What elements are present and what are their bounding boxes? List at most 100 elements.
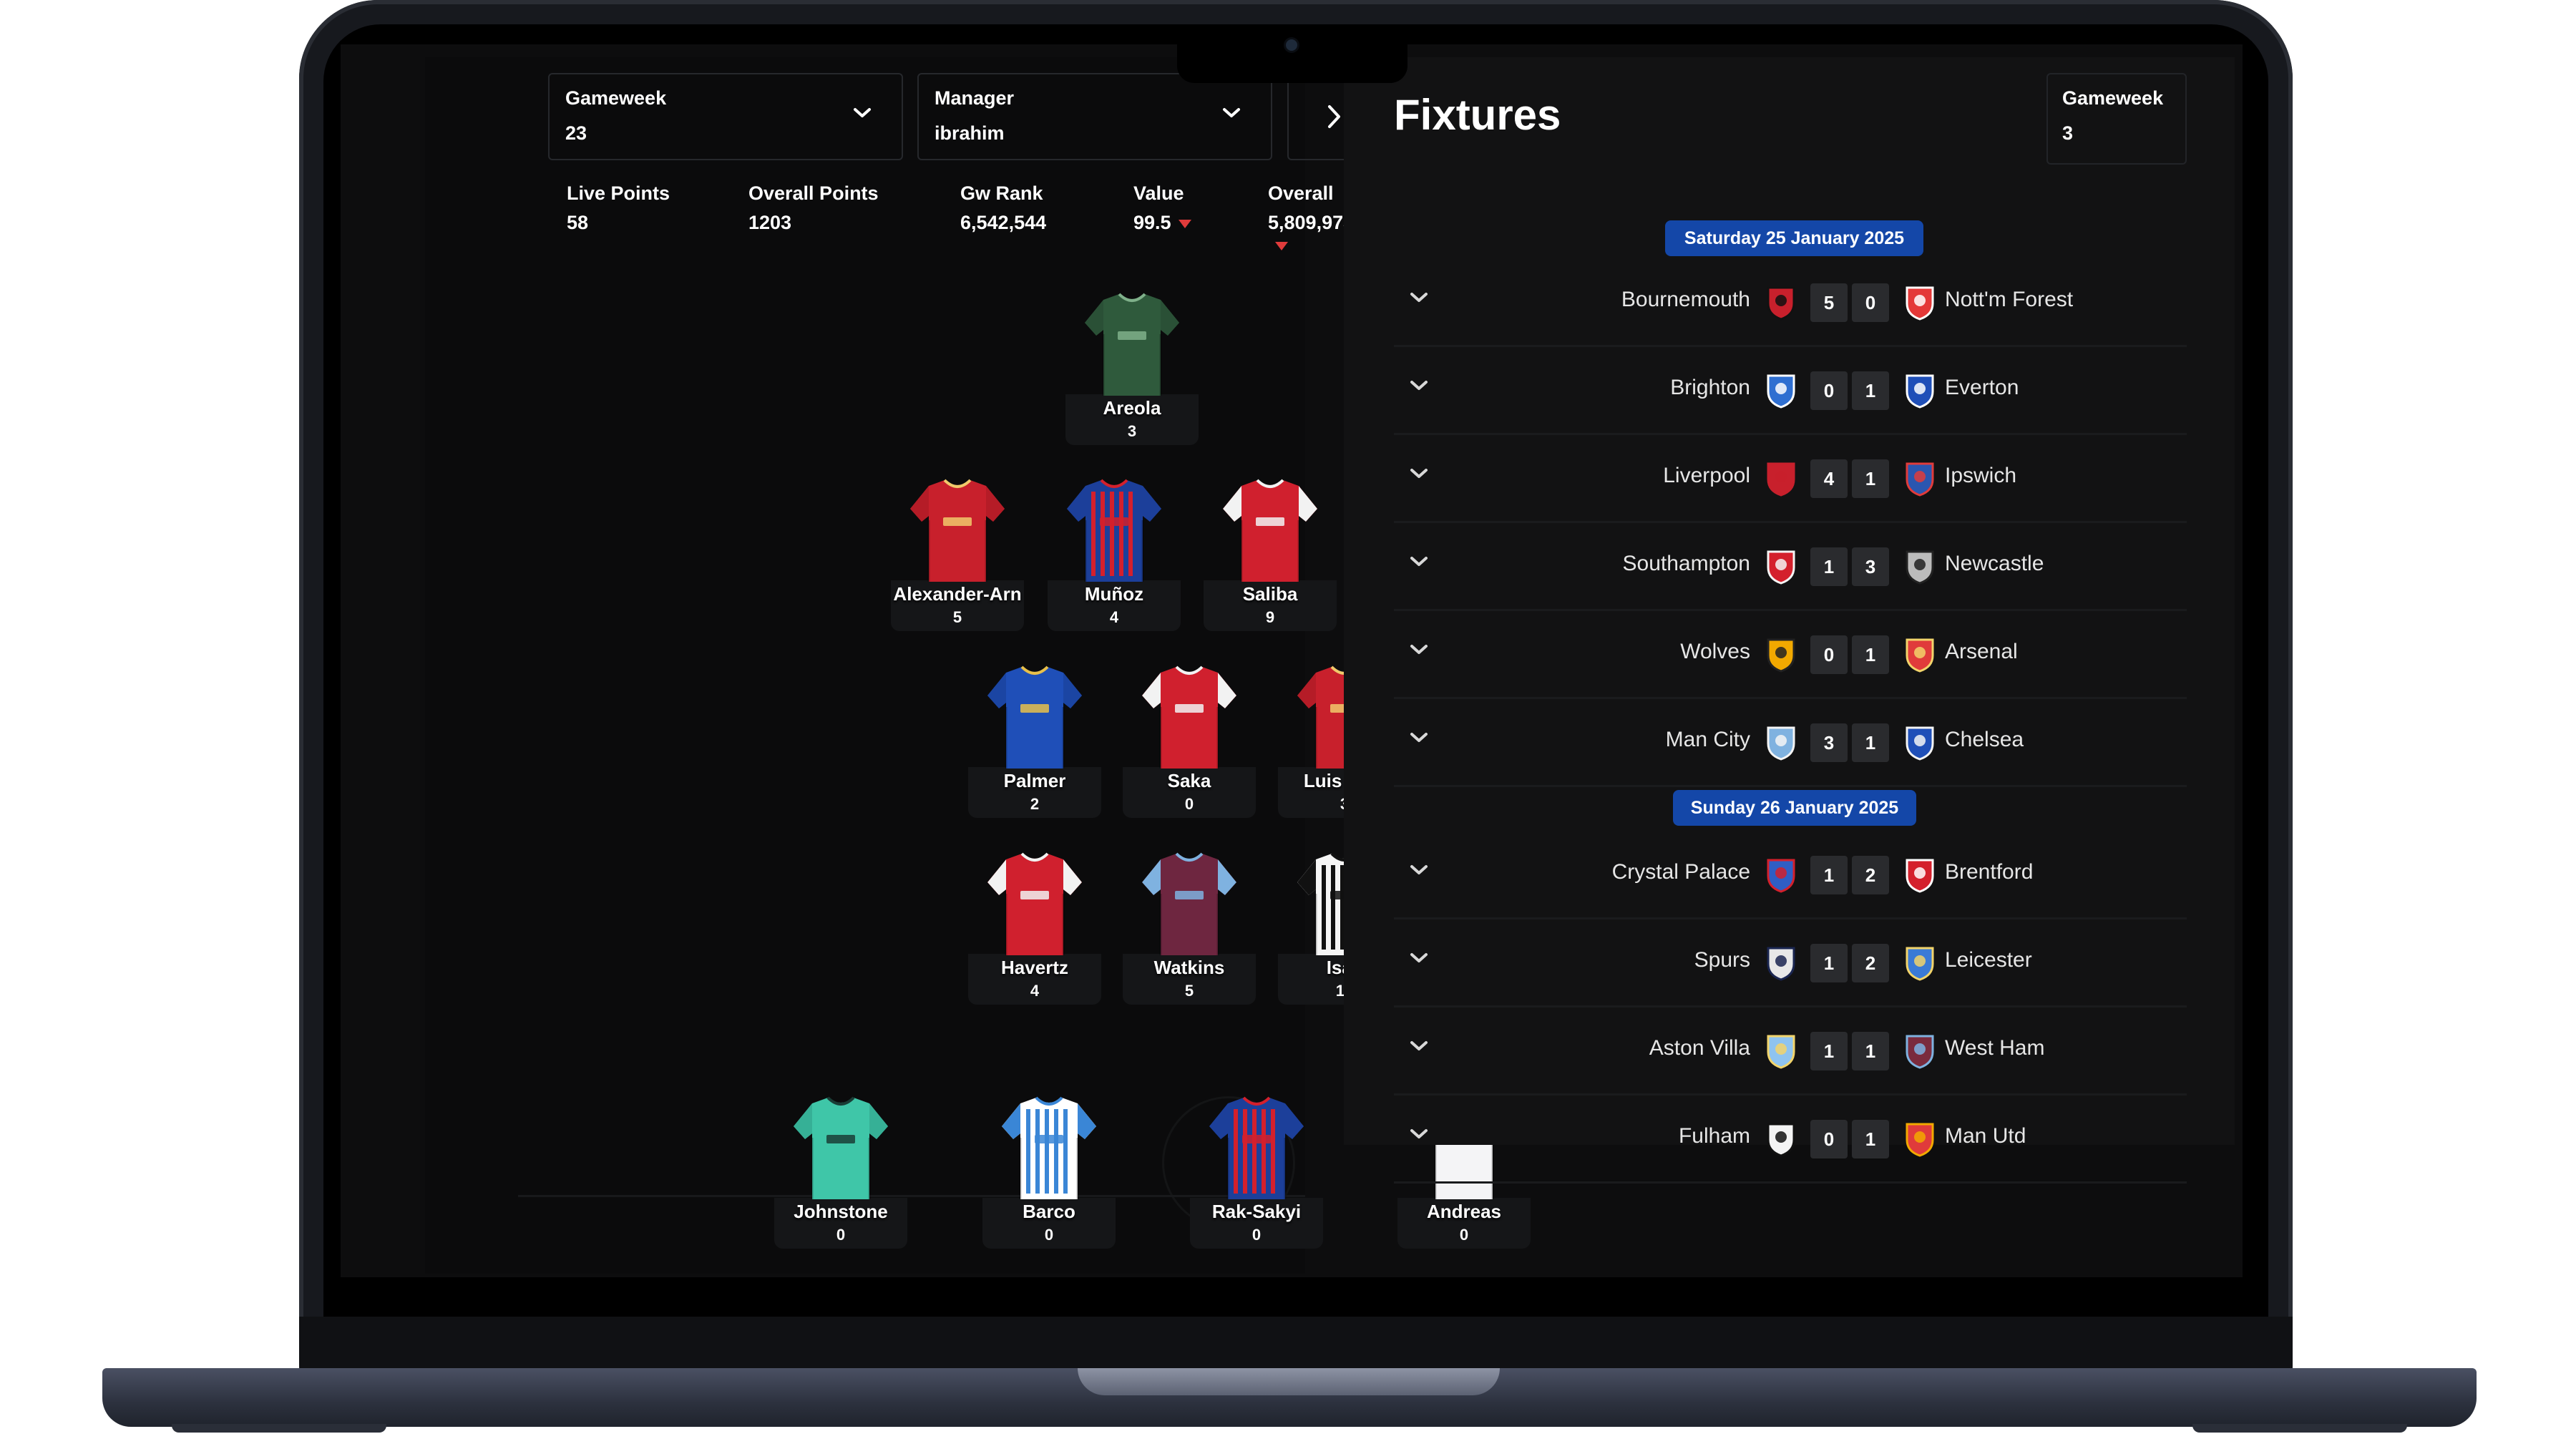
expand-fixture-chevron-down-icon[interactable] bbox=[1408, 643, 1430, 660]
player-points: 3 bbox=[1127, 422, 1137, 440]
stat-label: Overall bbox=[1268, 182, 1334, 204]
player-points: 0 bbox=[1044, 1226, 1054, 1244]
home-team-name: Liverpool bbox=[1663, 464, 1750, 487]
player-info: Palmer 2 bbox=[968, 767, 1101, 818]
fixture-row[interactable]: Fulham 0 1 Man Utd bbox=[1394, 1096, 2187, 1184]
player-name: Muñoz bbox=[1084, 583, 1144, 605]
stat-value: 58 bbox=[567, 212, 589, 233]
fixture-row[interactable]: Bournemouth 5 0 Nott'm Forest bbox=[1394, 259, 2187, 347]
manager-select[interactable]: Manager ibrahim bbox=[917, 73, 1272, 160]
away-team-name: Newcastle bbox=[1945, 552, 2044, 575]
player-info: Watkins 5 bbox=[1123, 954, 1256, 1005]
home-score: 0 bbox=[1810, 1120, 1848, 1158]
player-points: 5 bbox=[1184, 982, 1194, 1000]
player-card[interactable]: Watkins 5 bbox=[1123, 851, 1256, 1005]
player-name: Johnstone bbox=[794, 1201, 888, 1222]
expand-fixture-chevron-down-icon[interactable] bbox=[1408, 863, 1430, 881]
player-card[interactable]: Palmer 2 bbox=[968, 664, 1101, 818]
home-team-badge-icon bbox=[1765, 637, 1797, 676]
shirt-icon bbox=[987, 665, 1082, 769]
home-score: 4 bbox=[1810, 459, 1848, 498]
away-team-badge-icon bbox=[1903, 637, 1936, 676]
player-name: Rak-Sakyi bbox=[1211, 1201, 1302, 1222]
home-score: 1 bbox=[1810, 944, 1848, 982]
player-name: Palmer bbox=[1003, 770, 1066, 791]
away-score: 3 bbox=[1852, 547, 1889, 586]
gameweek-select[interactable]: Gameweek 23 bbox=[548, 73, 903, 160]
bench-player[interactable]: Rak-Sakyi 0 bbox=[1190, 1095, 1323, 1249]
fixture-row[interactable]: Wolves 0 1 Arsenal bbox=[1394, 611, 2187, 699]
expand-fixture-chevron-down-icon[interactable] bbox=[1408, 1039, 1430, 1057]
player-info: Andreas 0 bbox=[1397, 1198, 1531, 1249]
home-team-name: Brighton bbox=[1670, 376, 1750, 399]
fixture-row[interactable]: Man City 3 1 Chelsea bbox=[1394, 699, 2187, 787]
player-info: Saka 0 bbox=[1123, 767, 1256, 818]
fixture-row[interactable]: Southampton 1 3 Newcastle bbox=[1394, 523, 2187, 611]
bench-player[interactable]: Barco 0 bbox=[982, 1095, 1116, 1249]
expand-fixture-chevron-down-icon[interactable] bbox=[1408, 951, 1430, 969]
player-name: Saliba bbox=[1242, 583, 1298, 605]
shirt-icon bbox=[1142, 852, 1236, 955]
stat-value: 6,542,544 bbox=[960, 212, 1047, 233]
fixture-row[interactable]: Crystal Palace 1 2 Brentford bbox=[1394, 831, 2187, 919]
away-score: 1 bbox=[1852, 635, 1889, 674]
home-team-name: Bournemouth bbox=[1621, 288, 1750, 311]
player-card[interactable]: Alexander-Arn 5 bbox=[891, 477, 1024, 631]
expand-fixture-chevron-down-icon[interactable] bbox=[1408, 467, 1430, 484]
expand-fixture-chevron-down-icon[interactable] bbox=[1408, 291, 1430, 308]
player-card[interactable]: Areola 3 bbox=[1065, 291, 1199, 445]
player-name: Havertz bbox=[1001, 957, 1068, 978]
laptop-hinge bbox=[299, 1317, 2293, 1374]
away-team-badge-icon bbox=[1903, 1121, 1936, 1161]
player-points: 0 bbox=[1184, 795, 1194, 813]
away-team-name: West Ham bbox=[1945, 1036, 2045, 1060]
player-points: 4 bbox=[1109, 608, 1119, 626]
fixture-row[interactable]: Brighton 0 1 Everton bbox=[1394, 347, 2187, 435]
player-card[interactable]: Muñoz 4 bbox=[1048, 477, 1181, 631]
player-info: Barco 0 bbox=[982, 1198, 1116, 1249]
player-name: Andreas bbox=[1426, 1201, 1502, 1222]
bench-player[interactable]: Johnstone 0 bbox=[774, 1095, 907, 1249]
expand-fixture-chevron-down-icon[interactable] bbox=[1408, 379, 1430, 396]
manager-select-label: Manager bbox=[935, 87, 1015, 109]
trend-down-icon bbox=[1178, 219, 1191, 228]
away-score: 2 bbox=[1852, 856, 1889, 894]
player-info: Areola 3 bbox=[1065, 394, 1199, 445]
camera-icon bbox=[1286, 39, 1297, 51]
away-team-name: Chelsea bbox=[1945, 728, 2024, 751]
away-score: 1 bbox=[1852, 459, 1889, 498]
stat-label: Overall Points bbox=[748, 182, 879, 204]
expand-fixture-chevron-down-icon[interactable] bbox=[1408, 731, 1430, 748]
chevron-down-icon bbox=[1223, 108, 1240, 117]
expand-fixture-chevron-down-icon[interactable] bbox=[1408, 555, 1430, 572]
shirt-icon bbox=[794, 1096, 888, 1199]
player-name: Areola bbox=[1103, 397, 1161, 419]
away-score: 1 bbox=[1852, 1032, 1889, 1070]
fixture-row[interactable]: Liverpool 4 1 Ipswich bbox=[1394, 435, 2187, 523]
stat-overall-points: Overall Points 1203 bbox=[748, 182, 879, 234]
home-team-name: Southampton bbox=[1622, 552, 1750, 575]
fixtures-panel: Fixtures Gameweek 3 Saturday 25 January … bbox=[1344, 57, 2235, 1184]
away-team-badge-icon bbox=[1903, 285, 1936, 324]
fixture-row[interactable]: Aston Villa 1 1 West Ham bbox=[1394, 1008, 2187, 1096]
fixtures-gameweek-box[interactable]: Gameweek 3 bbox=[2046, 73, 2187, 165]
shirt-icon bbox=[910, 479, 1005, 582]
player-card[interactable]: Saliba 9 bbox=[1204, 477, 1337, 631]
home-team-badge-icon bbox=[1765, 373, 1797, 412]
away-score: 1 bbox=[1852, 1120, 1889, 1158]
stat-overall-rank: Overall 5,809,973 bbox=[1268, 182, 1354, 256]
player-card[interactable]: Havertz 4 bbox=[968, 851, 1101, 1005]
player-points: 0 bbox=[836, 1226, 846, 1244]
laptop-opening-notch bbox=[1078, 1368, 1500, 1395]
home-team-name: Wolves bbox=[1680, 640, 1750, 663]
home-score: 3 bbox=[1810, 723, 1848, 762]
fixture-row[interactable]: Spurs 1 2 Leicester bbox=[1394, 919, 2187, 1008]
app-screen: Gameweek 23 Manager ibrahim Live Points … bbox=[341, 44, 2243, 1277]
home-team-name: Spurs bbox=[1694, 948, 1750, 972]
stat-value: 5,809,973 bbox=[1268, 212, 1355, 233]
home-team-name: Crystal Palace bbox=[1611, 860, 1750, 884]
date-header: Sunday 26 January 2025 bbox=[1673, 790, 1916, 826]
stat-label: Value bbox=[1133, 182, 1184, 204]
expand-fixture-chevron-down-icon[interactable] bbox=[1408, 1127, 1430, 1145]
player-card[interactable]: Saka 0 bbox=[1123, 664, 1256, 818]
